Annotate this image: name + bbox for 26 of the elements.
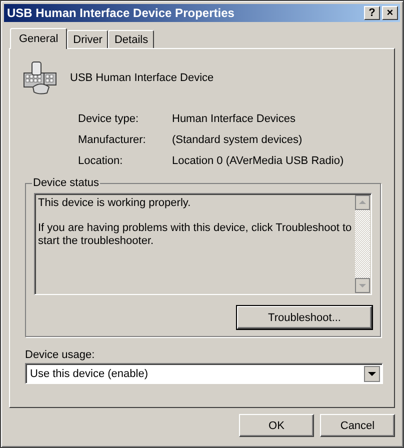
device-usage-label: Device usage: bbox=[25, 349, 96, 361]
dialog-button[interactable]: OK bbox=[239, 414, 314, 437]
property-label: Location: bbox=[78, 155, 124, 167]
status-textbox[interactable]: This device is working properly. If you are having problems with this device, click Troubleshoot to start the troubleshooter. bbox=[34, 193, 372, 295]
scroll-down-icon[interactable] bbox=[355, 278, 370, 293]
device-name: USB Human Interface Device bbox=[70, 72, 214, 84]
help-button[interactable]: ? bbox=[364, 6, 380, 20]
property-value: Location 0 (AVerMedia USB Radio) bbox=[172, 155, 344, 167]
scrollbar[interactable] bbox=[355, 195, 370, 293]
tab[interactable]: Details bbox=[108, 30, 154, 48]
close-button[interactable]: × bbox=[382, 6, 398, 20]
status-message: This device is working properly. bbox=[38, 197, 192, 210]
tab[interactable]: Driver bbox=[67, 30, 108, 48]
property-value: Human Interface Devices bbox=[172, 113, 296, 125]
status-message: If you are having problems with this device, click Troubleshoot to start the troubleshooter. bbox=[38, 222, 353, 248]
property-label: Manufacturer: bbox=[78, 134, 147, 146]
property-value: (Standard system devices) bbox=[172, 134, 302, 146]
window-title: USB Human Interface Device Properties bbox=[7, 6, 234, 20]
property-label: Device type: bbox=[78, 113, 140, 125]
tab[interactable]: General bbox=[10, 28, 68, 49]
scroll-up-icon[interactable] bbox=[355, 195, 370, 210]
troubleshoot-button[interactable]: Troubleshoot... bbox=[237, 306, 372, 329]
dialog-button[interactable]: Cancel bbox=[320, 414, 395, 437]
keyboard-mouse-icon bbox=[23, 61, 57, 95]
group-title: Device status bbox=[32, 177, 100, 189]
device-usage-dropdown[interactable]: Use this device (enable) bbox=[25, 363, 383, 384]
